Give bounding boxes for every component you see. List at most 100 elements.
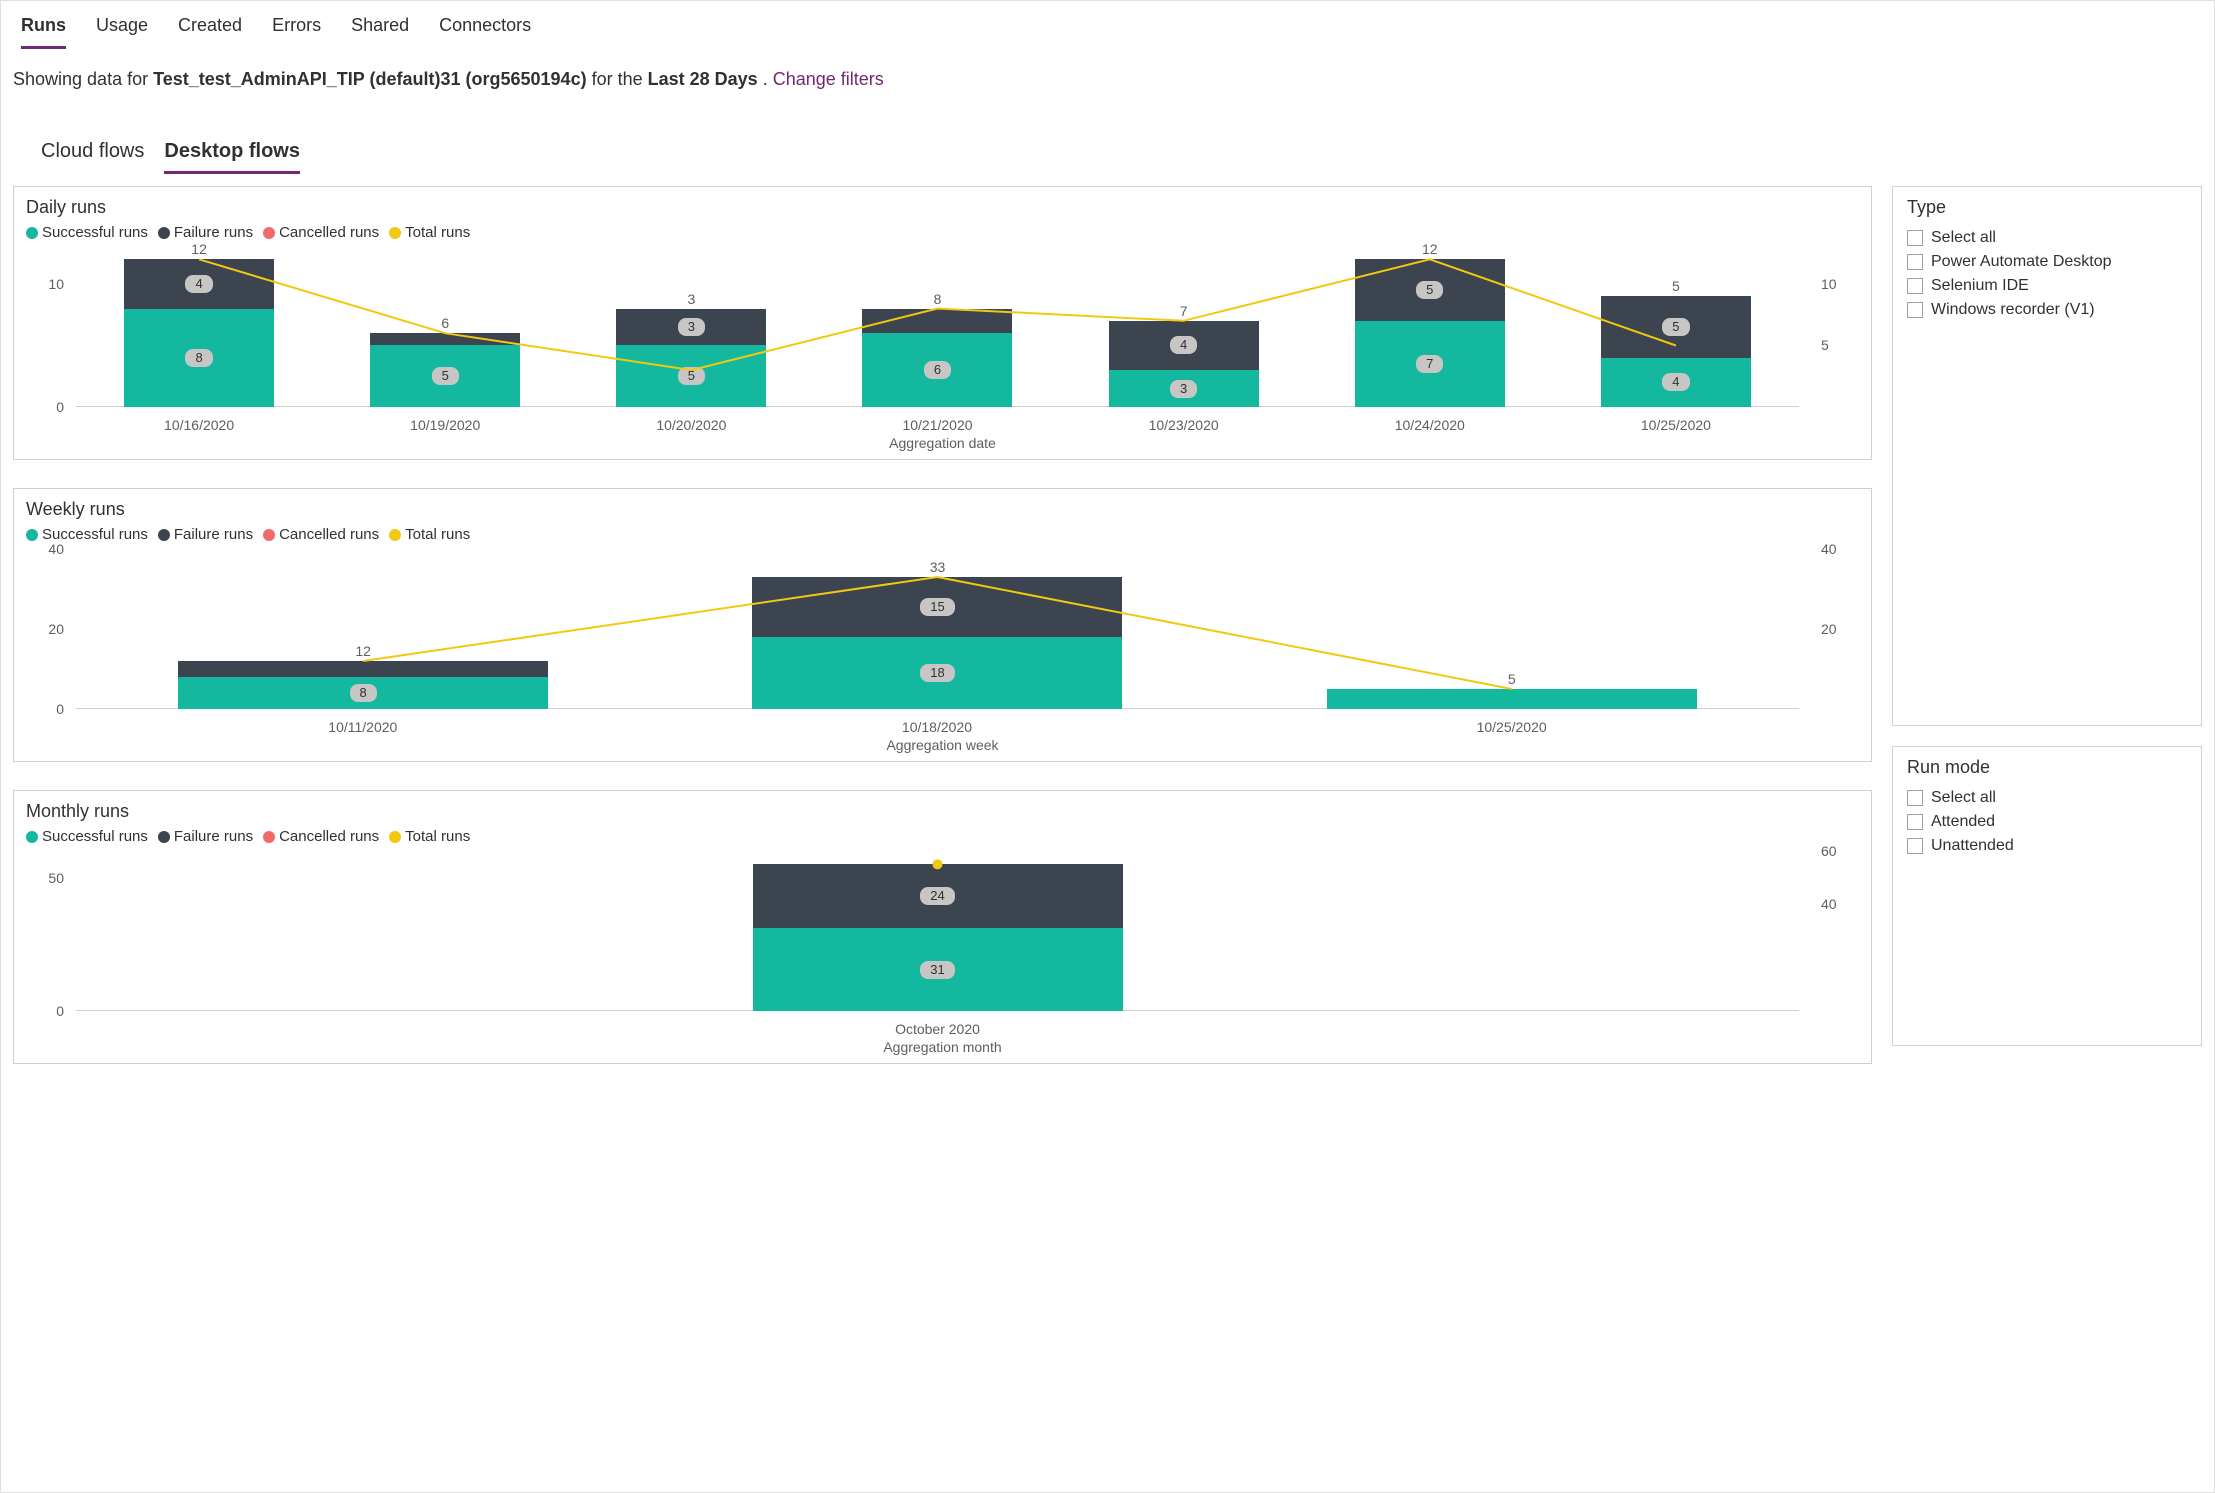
- y-axis: 010: [34, 247, 64, 407]
- type-panel: Type Select all Power Automate Desktop Sel…: [1892, 186, 2202, 726]
- side-column: Type Select all Power Automate Desktop Sel…: [1892, 186, 2202, 1046]
- y-tick: 0: [56, 399, 64, 415]
- y2-tick: 20: [1821, 621, 1837, 637]
- x-category: 10/21/2020: [902, 417, 972, 433]
- circle-icon: [389, 529, 401, 541]
- runmode-option-label: Unattended: [1931, 837, 2014, 855]
- y2-tick: 10: [1821, 276, 1837, 292]
- legend-failure[interactable]: Failure runs: [158, 526, 253, 543]
- legend-cancelled[interactable]: Cancelled runs: [263, 828, 379, 845]
- y2-axis: 5 10: [1821, 247, 1851, 407]
- filter-suffix: .: [763, 69, 773, 89]
- x-axis-labels: 10/16/202010/19/202010/20/202010/21/2020…: [76, 417, 1799, 433]
- total-path: [199, 259, 1676, 370]
- type-option[interactable]: Power Automate Desktop: [1907, 250, 2187, 274]
- top-tab-shared[interactable]: Shared: [351, 15, 409, 49]
- legend-cancelled[interactable]: Cancelled runs: [263, 526, 379, 543]
- checkbox-icon[interactable]: [1907, 302, 1923, 318]
- legend: Successful runs Failure runs Cancelled r…: [26, 828, 1859, 845]
- y2-axis: 4060: [1821, 851, 1851, 1011]
- type-title: Type: [1907, 197, 2187, 218]
- plot: 31 24: [76, 851, 1799, 1011]
- checkbox-icon[interactable]: [1907, 254, 1923, 270]
- y2-tick: 40: [1821, 896, 1837, 912]
- circle-icon: [263, 227, 275, 239]
- legend-total[interactable]: Total runs: [389, 526, 470, 543]
- type-option[interactable]: Windows recorder (V1): [1907, 298, 2187, 322]
- circle-icon: [26, 227, 38, 239]
- checkbox-icon[interactable]: [1907, 790, 1923, 806]
- legend-success[interactable]: Successful runs: [26, 828, 148, 845]
- total-marker: [933, 859, 943, 869]
- y2-tick: 40: [1821, 541, 1837, 557]
- circle-icon: [389, 227, 401, 239]
- filter-range: Last 28 Days: [648, 69, 758, 89]
- legend: Successful runs Failure runs Cancelled r…: [26, 224, 1859, 241]
- chart-area: 010 510 12 8 4: [26, 247, 1859, 411]
- circle-icon: [158, 831, 170, 843]
- monthly-panel: Monthly runs Successful runs Failure run…: [13, 790, 1872, 1064]
- type-option-label: Select all: [1931, 229, 1996, 247]
- type-option[interactable]: Select all: [1907, 226, 2187, 250]
- charts-column: Daily runs Successful runs Failure runs …: [13, 186, 1872, 1092]
- top-tab-usage[interactable]: Usage: [96, 15, 148, 49]
- checkbox-icon[interactable]: [1907, 230, 1923, 246]
- top-tab-runs[interactable]: Runs: [21, 15, 66, 49]
- chart-title: Monthly runs: [26, 801, 1859, 822]
- x-category: 10/25/2020: [1477, 719, 1547, 735]
- y2-axis: 2040: [1821, 549, 1851, 709]
- x-category: 10/19/2020: [410, 417, 480, 433]
- circle-icon: [389, 831, 401, 843]
- sub-tab-cloud-flows[interactable]: Cloud flows: [41, 140, 144, 174]
- checkbox-icon[interactable]: [1907, 278, 1923, 294]
- change-filters-link[interactable]: Change filters: [773, 69, 884, 89]
- legend-success[interactable]: Successful runs: [26, 224, 148, 241]
- x-axis-labels: October 2020: [76, 1021, 1799, 1037]
- filter-mid: for the: [592, 69, 648, 89]
- top-tab-errors[interactable]: Errors: [272, 15, 321, 49]
- circle-icon: [158, 529, 170, 541]
- total-line: [76, 247, 1799, 407]
- top-tab-connectors[interactable]: Connectors: [439, 15, 531, 49]
- runmode-option-label: Attended: [1931, 813, 1995, 831]
- circle-icon: [26, 529, 38, 541]
- chart-title: Daily runs: [26, 197, 1859, 218]
- plot: 12 8 4 6 5: [76, 247, 1799, 407]
- legend-failure[interactable]: Failure runs: [158, 828, 253, 845]
- y-axis: 050: [34, 851, 64, 1011]
- x-category: 10/24/2020: [1395, 417, 1465, 433]
- top-tab-created[interactable]: Created: [178, 15, 242, 49]
- y2-tick: 5: [1821, 337, 1829, 353]
- body-row: Daily runs Successful runs Failure runs …: [1, 174, 2214, 1092]
- chart-area: 050 4060 31 24: [26, 851, 1859, 1015]
- runmode-option[interactable]: Select all: [1907, 786, 2187, 810]
- x-category: October 2020: [895, 1021, 980, 1037]
- type-option-label: Selenium IDE: [1931, 277, 2029, 295]
- checkbox-icon[interactable]: [1907, 814, 1923, 830]
- legend: Successful runs Failure runs Cancelled r…: [26, 526, 1859, 543]
- checkbox-icon[interactable]: [1907, 838, 1923, 854]
- y-tick: 10: [48, 276, 64, 292]
- legend-cancelled[interactable]: Cancelled runs: [263, 224, 379, 241]
- x-category: 10/23/2020: [1149, 417, 1219, 433]
- sub-tab-desktop-flows[interactable]: Desktop flows: [164, 140, 300, 174]
- type-option[interactable]: Selenium IDE: [1907, 274, 2187, 298]
- total-line: [76, 549, 1799, 709]
- runmode-option-label: Select all: [1931, 789, 1996, 807]
- analytics-page: Runs Usage Created Errors Shared Connectors S…: [0, 0, 2215, 1493]
- y-tick: 20: [48, 621, 64, 637]
- circle-icon: [26, 831, 38, 843]
- legend-total[interactable]: Total runs: [389, 224, 470, 241]
- runmode-option[interactable]: Attended: [1907, 810, 2187, 834]
- legend-success[interactable]: Successful runs: [26, 526, 148, 543]
- legend-failure[interactable]: Failure runs: [158, 224, 253, 241]
- x-category: 10/20/2020: [656, 417, 726, 433]
- y2-tick: 60: [1821, 843, 1837, 859]
- runmode-option[interactable]: Unattended: [1907, 834, 2187, 858]
- x-category: 10/18/2020: [902, 719, 972, 735]
- filter-summary: Showing data for Test_test_AdminAPI_TIP …: [1, 49, 2214, 100]
- y-tick: 50: [48, 870, 64, 886]
- plot: 12 8 33 18: [76, 549, 1799, 709]
- x-category: 10/11/2020: [328, 719, 397, 735]
- legend-total[interactable]: Total runs: [389, 828, 470, 845]
